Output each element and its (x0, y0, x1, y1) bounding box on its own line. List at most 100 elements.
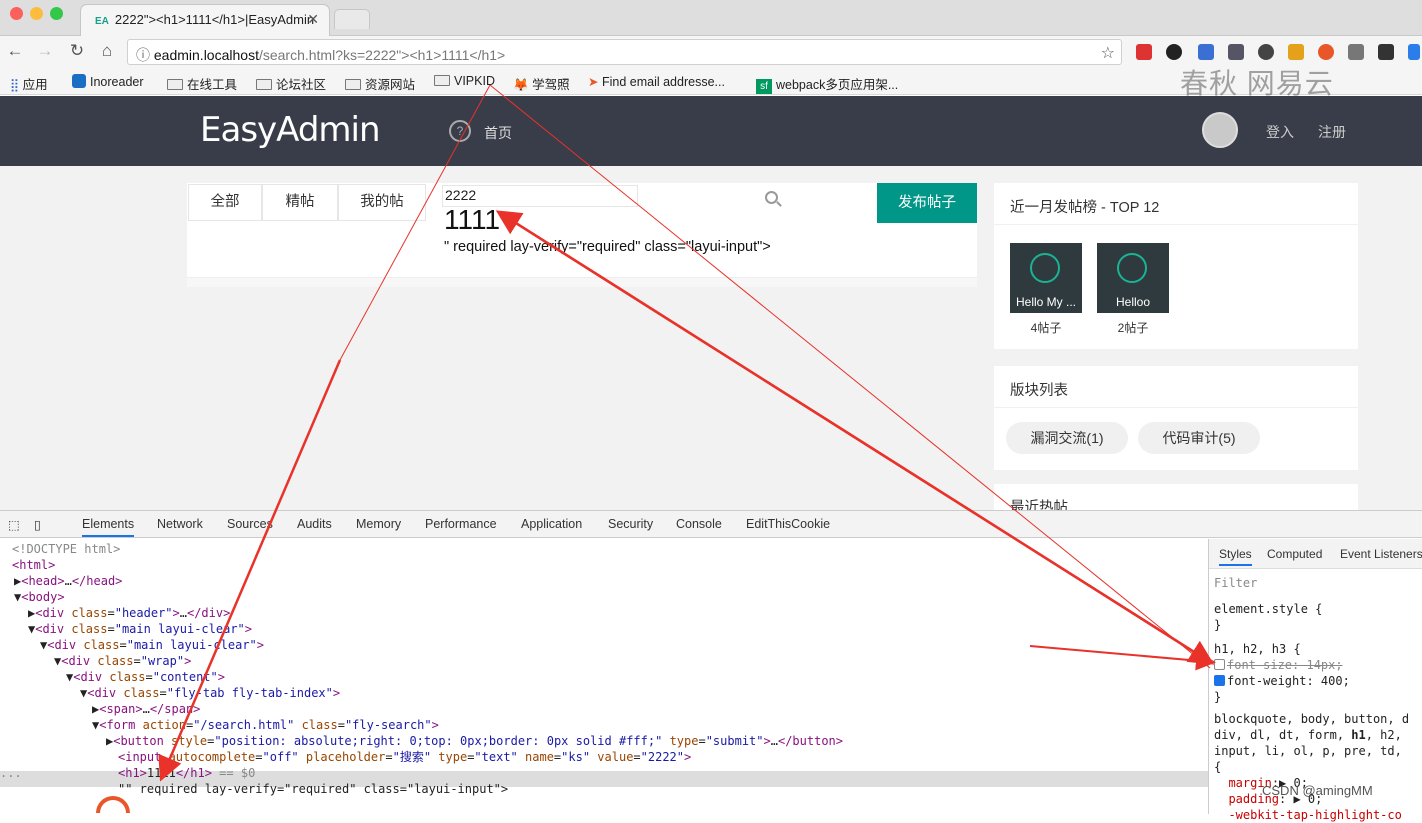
bookmark-xuejiazhao[interactable]: 🦊 学驾照 (513, 74, 570, 93)
extension-icon[interactable] (1408, 44, 1420, 60)
extension-icon[interactable] (1378, 44, 1394, 60)
bookmark-find-email[interactable]: ➤ Find email addresse... (588, 74, 725, 89)
new-post-button[interactable]: 发布帖子 (877, 183, 977, 223)
fox-icon: 🦊 (513, 78, 529, 92)
filter-input[interactable]: Filter (1214, 575, 1257, 591)
tab-event-listeners[interactable]: Event Listeners (1340, 547, 1422, 561)
extension-icon[interactable] (1166, 44, 1182, 60)
user-avatar[interactable]: Helloo (1097, 243, 1169, 313)
register-link[interactable]: 注册 (1318, 122, 1346, 142)
search-icon[interactable] (765, 191, 778, 204)
inspect-icon[interactable]: ⬚ (8, 517, 20, 532)
dom-node[interactable]: ▼<div class="main layui-clear"> (28, 621, 252, 637)
dom-node[interactable]: ▼<form action="/search.html" class="fly-… (92, 717, 439, 733)
tab-computed[interactable]: Computed (1267, 547, 1322, 561)
bookmark-inoreader[interactable]: Inoreader (72, 74, 144, 89)
board-chip[interactable]: 代码审计(5) (1138, 422, 1260, 454)
extension-icon[interactable] (1228, 44, 1244, 60)
nav-home-link[interactable]: 首页 (484, 123, 512, 143)
tab-elements[interactable]: Elements (82, 517, 135, 537)
injected-heading: 1111 (444, 204, 501, 235)
style-rule: element.style { } (1214, 602, 1323, 632)
site-logo[interactable]: EasyAdmin (200, 110, 381, 150)
forward-icon[interactable]: → (34, 41, 56, 61)
user-card[interactable]: Helloo 2帖子 (1097, 243, 1169, 336)
tab-console[interactable]: Console (676, 517, 722, 531)
dom-node[interactable]: "" required lay-verify="required" class=… (118, 781, 508, 797)
dom-node[interactable]: ▶<span>…</span> (92, 701, 200, 717)
devtools-tab-bar: ⬚ ▯ Elements Network Sources Audits Memo… (0, 511, 1422, 538)
dom-node-selected[interactable]: ... (0, 765, 22, 781)
user-avatar[interactable]: Hello My ... (1010, 243, 1082, 313)
board-chip[interactable]: 漏洞交流(1) (1006, 422, 1128, 454)
dom-node[interactable]: ▼<div class="wrap"> (54, 653, 191, 669)
user-card[interactable]: Hello My ... 4帖子 (1010, 243, 1082, 336)
property-checkbox[interactable] (1214, 675, 1225, 686)
home-nav-icon[interactable]: ? (449, 120, 471, 142)
tab-memory[interactable]: Memory (356, 517, 401, 531)
home-icon[interactable]: ⌂ (96, 41, 118, 61)
tab-audits[interactable]: Audits (297, 517, 332, 531)
dom-node[interactable]: ▼<body> (14, 589, 65, 605)
address-bar[interactable]: ⓘ eadmin.localhost/search.html?ks=2222">… (127, 39, 1122, 65)
property-checkbox[interactable] (1214, 659, 1225, 670)
dom-tree[interactable]: <!DOCTYPE html> <html> ▶<head>…</head> ▼… (0, 539, 1208, 814)
maximize-window-icon[interactable] (50, 7, 63, 20)
dom-node[interactable]: ▶<div class="header">…</div> (28, 605, 230, 621)
dom-node[interactable]: <!DOCTYPE html> (12, 541, 120, 557)
panel-title: 近一月发帖榜 - TOP 12 (994, 183, 1358, 225)
tab-all[interactable]: 全部 (188, 184, 262, 221)
reload-icon[interactable]: ↻ (66, 41, 88, 61)
user-face-icon (1030, 253, 1060, 283)
dom-node[interactable]: ▶<button style="position: absolute;right… (106, 733, 843, 749)
tab-application[interactable]: Application (521, 517, 582, 531)
folder-icon (434, 75, 450, 86)
minimize-window-icon[interactable] (30, 7, 43, 20)
dom-node[interactable]: ▶<head>…</head> (14, 573, 122, 589)
tab-styles[interactable]: Styles (1219, 547, 1252, 566)
browser-tab[interactable]: EA 2222"><h1>1111</h1>|EasyAdmin ✕ (80, 4, 330, 36)
tab-my-posts[interactable]: 我的帖 (338, 184, 426, 221)
info-icon[interactable]: ⓘ (136, 47, 154, 63)
tab-close-icon[interactable]: ✕ (307, 11, 319, 28)
url-host: eadmin.localhost (153, 47, 259, 63)
bookmark-folder[interactable]: 资源网站 (345, 74, 415, 93)
divider (187, 277, 977, 287)
bookmark-apps[interactable]: ⣿ 应用 (10, 74, 48, 93)
bookmark-folder[interactable]: VIPKID (434, 74, 495, 88)
bookmark-folder[interactable]: 在线工具 (167, 74, 237, 93)
bookmark-webpack[interactable]: sf webpack多页应用架... (756, 74, 898, 94)
dom-node[interactable]: <input autocomplete="off" placeholder="搜… (118, 749, 691, 765)
login-link[interactable]: 登入 (1266, 122, 1294, 142)
avatar[interactable] (1202, 112, 1238, 148)
styles-pane: Styles Computed Event Listeners Filter e… (1208, 539, 1422, 822)
dom-node[interactable]: ▼<div class="main layui-clear"> (40, 637, 264, 653)
tab-featured[interactable]: 精帖 (262, 184, 338, 221)
tab-editthiscookie[interactable]: EditThisCookie (746, 517, 830, 531)
dom-node[interactable]: <html> (12, 557, 55, 573)
extension-icon[interactable] (1198, 44, 1214, 60)
back-icon[interactable]: ← (4, 41, 26, 61)
devtools-panel: ⬚ ▯ Elements Network Sources Audits Memo… (0, 510, 1422, 822)
device-toggle-icon[interactable]: ▯ (34, 517, 41, 532)
top-posters-panel: 近一月发帖榜 - TOP 12 Hello My ... 4帖子 Helloo … (994, 183, 1358, 349)
extension-icon[interactable] (1318, 44, 1334, 60)
bookmark-folder[interactable]: 论坛社区 (256, 74, 326, 93)
dom-node-selected[interactable]: <h1>1111</h1> == $0 (118, 765, 255, 781)
tab-sources[interactable]: Sources (227, 517, 273, 531)
dom-node[interactable]: ▼<div class="content"> (66, 669, 225, 685)
tab-performance[interactable]: Performance (425, 517, 497, 531)
bookmark-star-icon[interactable]: ☆ (1101, 43, 1115, 63)
tab-network[interactable]: Network (157, 517, 203, 531)
extension-icon[interactable] (1136, 44, 1152, 60)
extension-icon[interactable] (1288, 44, 1304, 60)
extension-icon[interactable] (1258, 44, 1274, 60)
close-window-icon[interactable] (10, 7, 23, 20)
dom-node[interactable]: ▼<div class="fly-tab fly-tab-index"> (80, 685, 340, 701)
tab-security[interactable]: Security (608, 517, 653, 531)
new-tab-button[interactable] (334, 9, 370, 29)
extension-icon[interactable] (1348, 44, 1364, 60)
folder-icon (256, 79, 272, 90)
sf-icon: sf (756, 79, 772, 94)
csdn-watermark: CSDN @amingMM (1262, 783, 1373, 798)
